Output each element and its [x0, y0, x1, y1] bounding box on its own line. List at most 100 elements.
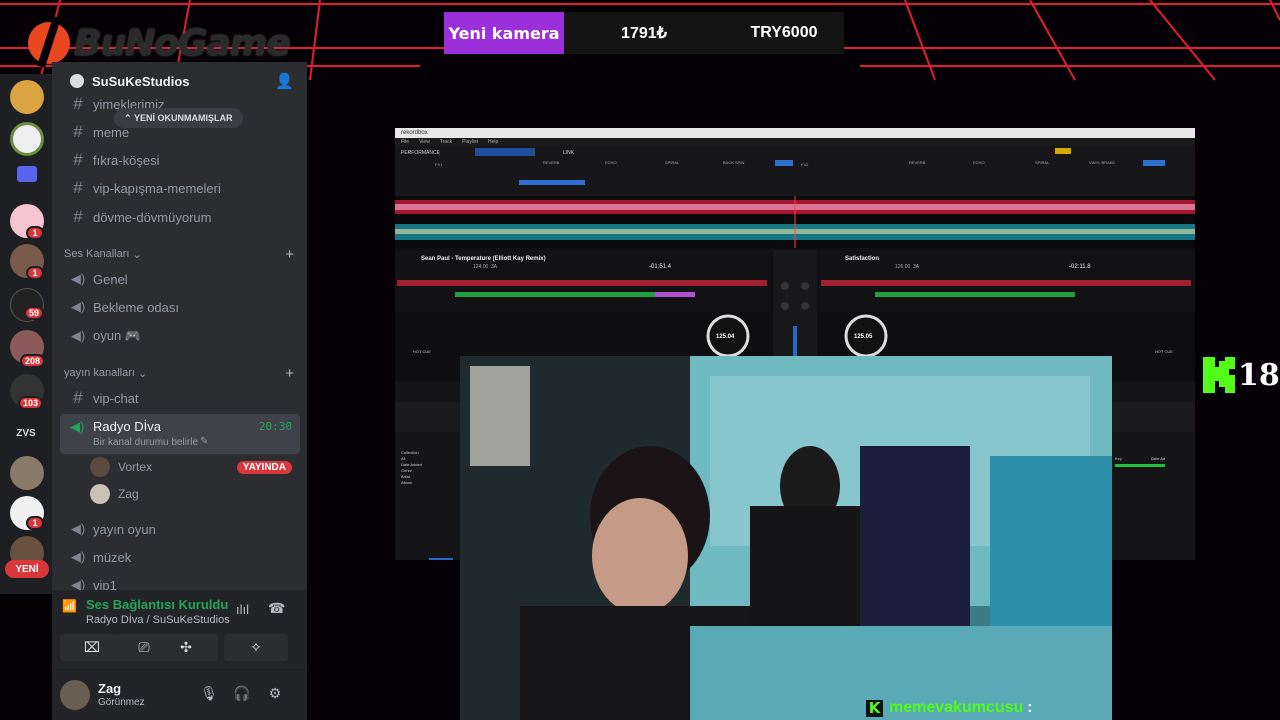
- category-ses-kanallari[interactable]: Ses Kanalları ⌄ +: [64, 244, 294, 264]
- voice-channel-genel[interactable]: ◀) Genel: [60, 265, 300, 293]
- user-avatar[interactable]: [60, 680, 90, 710]
- channel-sidebar: SuSuKeStudios 👤 # yimeklerimiz ⌃ YENİ OKU…: [52, 62, 307, 720]
- add-user-icon[interactable]: 👤: [275, 72, 294, 90]
- pencil-icon[interactable]: ✎: [200, 436, 208, 447]
- voice-channel-radyo-diva[interactable]: ◀) Radyo Dİva 20:30 Bir kanal durumu bel…: [60, 414, 300, 454]
- hot-cue-button[interactable]: HOT CUE: [413, 349, 431, 354]
- toolbar-buttons[interactable]: [475, 148, 535, 156]
- activities-button[interactable]: ✣: [154, 634, 218, 661]
- voice-user-vortex[interactable]: Vortex YAYINDA: [90, 455, 300, 479]
- hot-cue-button[interactable]: HOT CUE: [1155, 349, 1173, 354]
- deck2-key: 3A: [913, 264, 920, 270]
- voice-status[interactable]: Ses Bağlantısı Kuruldu: [86, 597, 228, 612]
- voice-channel-path[interactable]: Radyo Dİva / SuSuKeStudios: [86, 614, 230, 626]
- rekordbox-menu: File View Track Playlist Help: [395, 138, 1195, 146]
- chat-separator: :: [1027, 699, 1033, 716]
- stream-overlay: BuNoGame Yeni kamera 1791₺ TRY6000 1 1 5…: [0, 0, 1280, 720]
- channel-label: Genel: [93, 271, 128, 287]
- fx-vinyl-brake[interactable]: VINYL BRAKE: [1089, 160, 1115, 165]
- deck2-time: -02:11.8: [1069, 264, 1091, 270]
- voice-channel-bekleme-odasi[interactable]: ◀) Bekleme odası: [60, 293, 300, 321]
- fx-reverb[interactable]: REVERB: [543, 160, 560, 165]
- fx-echo[interactable]: ECHO: [605, 160, 617, 165]
- voice-channel-muzek[interactable]: ◀) müzek: [60, 543, 300, 571]
- add-channel-icon[interactable]: +: [285, 246, 294, 263]
- column-date-added[interactable]: Date Ad: [1151, 456, 1165, 461]
- fx2-label: FX2: [801, 162, 809, 167]
- channel-fikra-kosesi[interactable]: # fıkra-köşesi: [60, 146, 300, 174]
- voice-channel-yayin-oyun[interactable]: ◀) yayın oyun: [60, 515, 300, 543]
- fx-reverb[interactable]: REVERB: [909, 160, 926, 165]
- hash-icon: #: [73, 388, 83, 407]
- user-panel: Zag Görünmez 🎙 🎧 ⚙: [52, 670, 307, 720]
- link-button[interactable]: LINK: [563, 150, 575, 156]
- webcam-feed: [460, 356, 1112, 720]
- user-name: Vortex: [118, 460, 153, 474]
- deck1-bpm: 124.00: [473, 264, 489, 270]
- avatar: [90, 484, 110, 504]
- channel-label: müzek: [93, 549, 132, 565]
- fx-back-spin[interactable]: BACK SPIN: [723, 160, 744, 165]
- deck2-track-title: Satisfaction: [845, 256, 879, 262]
- camera-off-icon: ⌧: [83, 639, 101, 655]
- soundboard-button[interactable]: ✧: [224, 634, 288, 661]
- live-badge: YAYINDA: [236, 460, 292, 474]
- server-label[interactable]: ZVS: [8, 428, 44, 439]
- microphone-icon[interactable]: 🎙: [199, 685, 219, 705]
- tree-album[interactable]: Album: [401, 480, 413, 485]
- fx-spiral[interactable]: SPIRAL: [1035, 160, 1050, 165]
- menu-view[interactable]: View: [419, 139, 430, 145]
- channel-meme[interactable]: # meme: [60, 118, 300, 146]
- headphones-icon[interactable]: 🎧: [232, 685, 252, 705]
- mode-select[interactable]: PERFORMANCE: [401, 150, 441, 156]
- donation-goal-label: Yeni kamera: [444, 12, 564, 54]
- channel-label: meme: [93, 124, 130, 140]
- mention-badge: 59: [24, 306, 45, 320]
- voice-channel-oyun[interactable]: ◀) oyun 🎮: [60, 322, 300, 350]
- mention-badge: 1: [26, 226, 44, 240]
- fx-echo[interactable]: ECHO: [973, 160, 985, 165]
- hash-icon: #: [73, 207, 83, 226]
- channel-status-input[interactable]: Bir kanal durumu belirle: [93, 437, 198, 448]
- channel-vip-chat[interactable]: # vip-chat: [60, 384, 300, 412]
- soundboard-icon: ✧: [250, 639, 262, 655]
- signal-icon: 📶: [62, 599, 77, 613]
- voice-user-zag[interactable]: Zag: [90, 482, 300, 506]
- server-icon[interactable]: [10, 80, 44, 114]
- mention-badge: 208: [20, 354, 46, 368]
- hash-icon: #: [73, 178, 83, 197]
- server-icon[interactable]: [10, 456, 44, 490]
- tree-date-added[interactable]: Date Added: [401, 462, 422, 467]
- fx-spiral[interactable]: SPIRAL: [665, 160, 680, 165]
- tree-collection[interactable]: Collection: [401, 450, 419, 455]
- menu-help[interactable]: Help: [488, 139, 498, 145]
- add-channel-icon[interactable]: +: [285, 365, 294, 382]
- channel-dovme-dovmuyorum[interactable]: # dövme-dövmüyorum: [60, 203, 300, 231]
- noise-suppression-icon[interactable]: ılıl: [236, 602, 249, 617]
- column-key[interactable]: Key: [1115, 456, 1122, 461]
- channel-label: oyun 🎮: [93, 328, 141, 343]
- donation-goal-bar: Yeni kamera 1791₺ TRY6000: [444, 12, 844, 54]
- tree-artist[interactable]: Artist: [401, 474, 411, 479]
- channel-vip-kapisma-memeleri[interactable]: # vip-kapışma-memeleri: [60, 174, 300, 202]
- gear-icon: [70, 74, 84, 88]
- chevron-down-icon: ⌄: [129, 248, 142, 261]
- category-label: yayın kanalları: [64, 367, 135, 379]
- menu-playlist[interactable]: Playlist: [462, 139, 478, 145]
- server-icon-susuke[interactable]: [10, 122, 44, 156]
- hash-icon: #: [73, 94, 83, 113]
- category-label: Ses Kanalları: [64, 248, 130, 260]
- hash-icon: #: [73, 122, 83, 141]
- new-unreads-pill[interactable]: YENİ: [5, 560, 49, 578]
- settings-gear-icon[interactable]: ⚙: [265, 685, 285, 705]
- category-yayin-kanallari[interactable]: yayın kanalları ⌄ +: [64, 363, 294, 383]
- menu-track[interactable]: Track: [440, 139, 452, 145]
- menu-file[interactable]: File: [401, 139, 409, 145]
- tree-all[interactable]: All: [401, 456, 406, 461]
- deck1-key: 3A: [491, 264, 498, 270]
- disconnect-icon[interactable]: ☎: [268, 600, 285, 617]
- chevron-down-icon: ⌄: [134, 367, 148, 380]
- folder-icon[interactable]: [17, 166, 37, 182]
- age-rating: 18: [1203, 356, 1280, 394]
- tree-genre[interactable]: Genre: [401, 468, 413, 473]
